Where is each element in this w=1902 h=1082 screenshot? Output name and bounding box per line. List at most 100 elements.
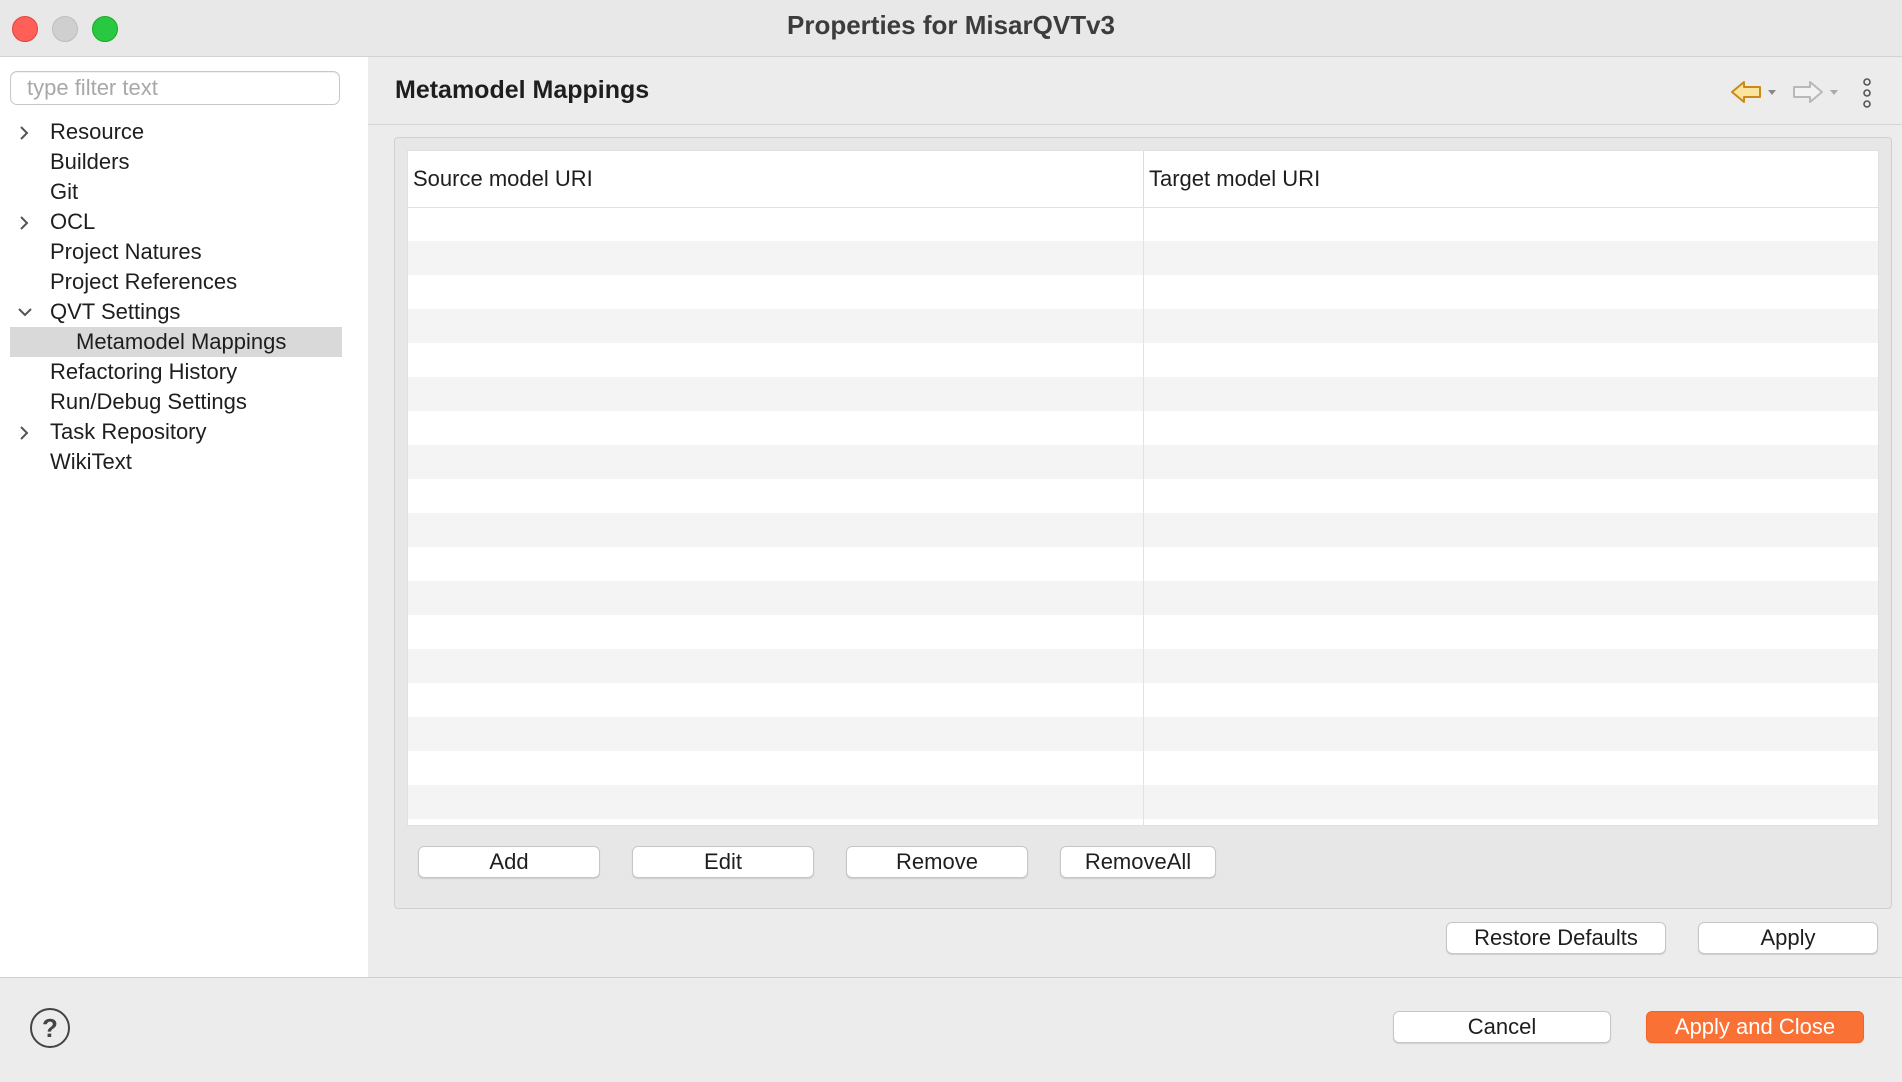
table-cell bbox=[1143, 377, 1878, 411]
table-cell bbox=[408, 309, 1143, 343]
tree-item[interactable]: Metamodel Mappings bbox=[10, 327, 342, 357]
tree-item[interactable]: Project Natures bbox=[10, 237, 342, 267]
table-row[interactable] bbox=[408, 751, 1878, 785]
apply-and-close-button[interactable]: Apply and Close bbox=[1646, 1011, 1864, 1043]
tree-item[interactable]: Builders bbox=[10, 147, 342, 177]
table-row[interactable] bbox=[408, 343, 1878, 377]
tree-item[interactable]: Task Repository bbox=[10, 417, 342, 447]
table-cell bbox=[1143, 615, 1878, 649]
forward-arrow-icon[interactable] bbox=[1792, 77, 1844, 107]
table-cell bbox=[408, 683, 1143, 717]
preference-tree: Resource Builders Git OCL Project Natures Pro… bbox=[10, 117, 342, 477]
table-row[interactable] bbox=[408, 649, 1878, 683]
table-cell bbox=[408, 411, 1143, 445]
table-row[interactable] bbox=[408, 207, 1878, 241]
page-title: Metamodel Mappings bbox=[395, 76, 650, 104]
table-cell bbox=[1143, 819, 1878, 825]
table-cell bbox=[1143, 411, 1878, 445]
mappings-group: Source model URI Target model URI bbox=[394, 137, 1892, 909]
column-header-target-model-uri[interactable]: Target model URI bbox=[1143, 151, 1878, 207]
table-cell bbox=[408, 547, 1143, 581]
edit-button[interactable]: Edit bbox=[632, 846, 814, 878]
table-header: Source model URI Target model URI bbox=[408, 151, 1878, 208]
mappings-table[interactable]: Source model URI Target model URI bbox=[407, 150, 1879, 826]
apply-button[interactable]: Apply bbox=[1698, 922, 1878, 954]
table-cell bbox=[1143, 751, 1878, 785]
help-icon[interactable]: ? bbox=[30, 1008, 70, 1048]
chevron-right-icon[interactable] bbox=[14, 207, 34, 237]
remove-all-button[interactable]: RemoveAll bbox=[1060, 846, 1216, 878]
chevron-right-icon[interactable] bbox=[14, 117, 34, 147]
table-row[interactable] bbox=[408, 819, 1878, 825]
table-cell bbox=[408, 819, 1143, 825]
page-panel: Metamodel Mappings Source model URI Targ… bbox=[368, 57, 1902, 977]
tree-item[interactable]: Project References bbox=[10, 267, 342, 297]
table-cell bbox=[408, 241, 1143, 275]
table-cell bbox=[408, 479, 1143, 513]
tree-item-label: OCL bbox=[50, 209, 96, 234]
table-cell bbox=[408, 207, 1143, 241]
table-cell bbox=[408, 581, 1143, 615]
tree-item[interactable]: Git bbox=[10, 177, 342, 207]
tree-item-label: Project References bbox=[50, 269, 238, 294]
cancel-button[interactable]: Cancel bbox=[1393, 1011, 1611, 1043]
table-row[interactable] bbox=[408, 445, 1878, 479]
table-cell bbox=[1143, 343, 1878, 377]
table-cell bbox=[1143, 479, 1878, 513]
table-row[interactable] bbox=[408, 513, 1878, 547]
add-button[interactable]: Add bbox=[418, 846, 600, 878]
table-cell bbox=[408, 717, 1143, 751]
table-cell bbox=[1143, 683, 1878, 717]
window-title: Properties for MisarQVTv3 bbox=[787, 10, 1115, 40]
tree-item-label: Metamodel Mappings bbox=[76, 329, 287, 354]
chevron-right-icon[interactable] bbox=[14, 417, 34, 447]
tree-item[interactable]: Refactoring History bbox=[10, 357, 342, 387]
dialog-footer: ? bbox=[0, 977, 1902, 1082]
table-row[interactable] bbox=[408, 241, 1878, 275]
back-arrow-icon[interactable] bbox=[1730, 77, 1782, 107]
table-row[interactable] bbox=[408, 479, 1878, 513]
table-row[interactable] bbox=[408, 275, 1878, 309]
more-vertical-icon[interactable] bbox=[1860, 77, 1874, 109]
table-cell bbox=[1143, 445, 1878, 479]
table-cell bbox=[408, 343, 1143, 377]
table-cell bbox=[408, 513, 1143, 547]
table-cell bbox=[408, 785, 1143, 819]
column-header-source-model-uri[interactable]: Source model URI bbox=[408, 151, 1143, 207]
tree-item-label: Resource bbox=[50, 119, 145, 144]
remove-button[interactable]: Remove bbox=[846, 846, 1028, 878]
table-cell bbox=[1143, 547, 1878, 581]
table-row[interactable] bbox=[408, 717, 1878, 751]
table-row[interactable] bbox=[408, 547, 1878, 581]
title-bar: Properties for MisarQVTv3 bbox=[0, 0, 1902, 57]
tree-item[interactable]: WikiText bbox=[10, 447, 342, 477]
preference-tree-panel: Resource Builders Git OCL Project Natures Pro… bbox=[0, 57, 368, 977]
tree-item-label: Git bbox=[50, 179, 79, 204]
table-row[interactable] bbox=[408, 615, 1878, 649]
filter-input[interactable] bbox=[10, 71, 340, 105]
tree-item-label: WikiText bbox=[50, 449, 132, 474]
table-cell bbox=[1143, 649, 1878, 683]
restore-defaults-button[interactable]: Restore Defaults bbox=[1446, 922, 1666, 954]
chevron-down-icon[interactable] bbox=[14, 297, 34, 327]
table-row[interactable] bbox=[408, 683, 1878, 717]
tree-item-label: QVT Settings bbox=[50, 299, 181, 324]
tree-item[interactable]: Resource bbox=[10, 117, 342, 147]
table-row[interactable] bbox=[408, 411, 1878, 445]
tree-item[interactable]: QVT Settings bbox=[10, 297, 342, 327]
tree-item-label: Project Natures bbox=[50, 239, 202, 264]
table-row[interactable] bbox=[408, 377, 1878, 411]
properties-dialog: Properties for MisarQVTv3 Resource Builde… bbox=[0, 0, 1902, 1082]
table-row[interactable] bbox=[408, 785, 1878, 819]
tree-item-label: Task Repository bbox=[50, 419, 207, 444]
table-cell bbox=[1143, 513, 1878, 547]
tree-item-label: Builders bbox=[50, 149, 130, 174]
table-cell bbox=[408, 615, 1143, 649]
tree-item-label: Run/Debug Settings bbox=[50, 389, 247, 414]
tree-item[interactable]: Run/Debug Settings bbox=[10, 387, 342, 417]
table-row[interactable] bbox=[408, 581, 1878, 615]
table-cell bbox=[408, 275, 1143, 309]
table-cell bbox=[1143, 207, 1878, 241]
table-row[interactable] bbox=[408, 309, 1878, 343]
tree-item[interactable]: OCL bbox=[10, 207, 342, 237]
